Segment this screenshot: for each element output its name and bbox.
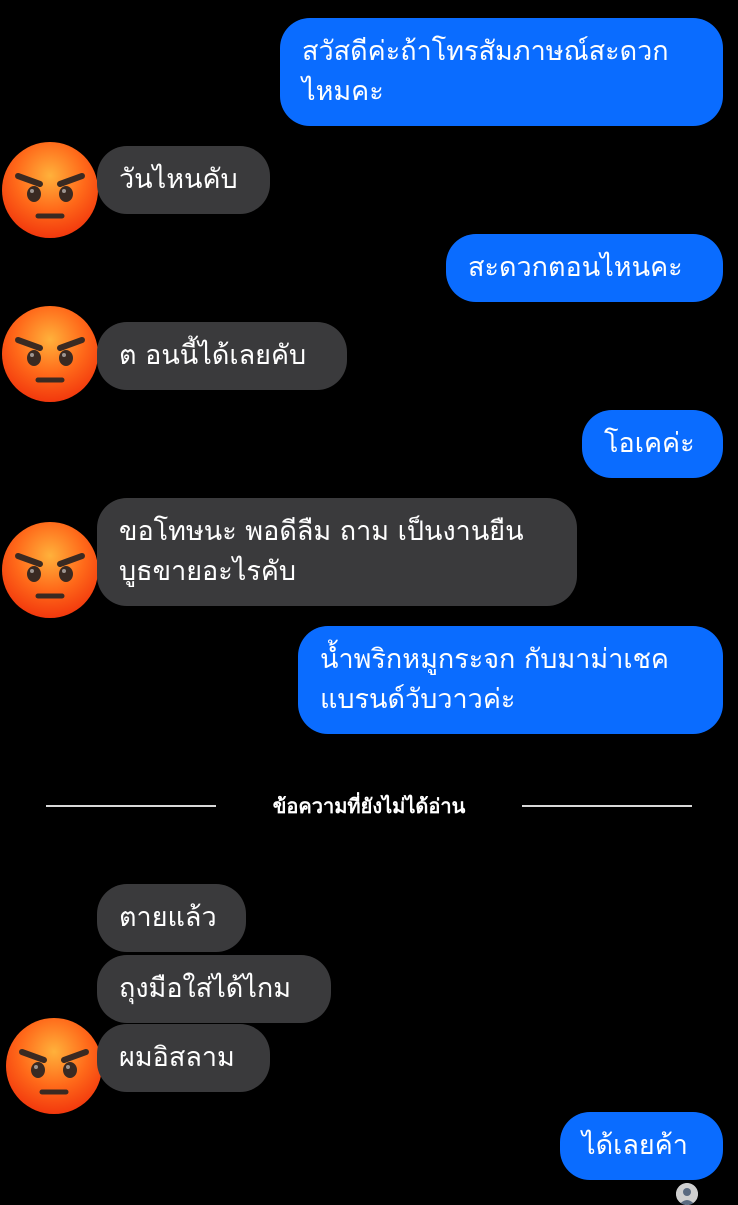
message-text: ถุงมือใส่ได้ไกม — [119, 973, 292, 1004]
contact-avatar[interactable] — [0, 520, 100, 620]
message-bubble-incoming[interactable]: ผมอิสลาม — [97, 1024, 270, 1092]
message-text: ไหมคะ — [302, 76, 384, 107]
message-text: วันไหนคับ — [119, 164, 238, 195]
message-text: แบรนด์วับวาวค่ะ — [320, 684, 516, 715]
message-text: น้ำพริกหมูกระจก กับมาม่าเชค — [320, 644, 669, 675]
contact-avatar[interactable] — [0, 140, 100, 240]
angry-face-emoji-icon — [4, 1016, 104, 1116]
contact-avatar[interactable] — [0, 304, 100, 404]
message-bubble-incoming[interactable]: ต อนนี้ได้เลยคับ — [97, 322, 347, 390]
angry-face-emoji-icon — [0, 520, 100, 620]
unread-divider-line-right — [522, 805, 692, 807]
message-text: สวัสดีค่ะถ้าโทรสัมภาษณ์สะดวก — [302, 36, 669, 67]
message-bubble-outgoing[interactable]: ได้เลยค้า — [560, 1112, 723, 1180]
message-bubble-incoming[interactable]: วันไหนคับ — [97, 146, 270, 214]
message-bubble-outgoing[interactable]: น้ำพริกหมูกระจก กับมาม่าเชค แบรนด์วับวาว… — [298, 626, 723, 734]
seen-avatar-icon — [676, 1183, 698, 1205]
message-bubble-outgoing[interactable]: โอเคค่ะ — [582, 410, 723, 478]
message-text: บูธขายอะไรคับ — [119, 556, 297, 587]
message-text: ได้เลยค้า — [582, 1130, 688, 1161]
contact-avatar[interactable] — [4, 1016, 104, 1116]
message-text: ผมอิสลาม — [119, 1042, 235, 1073]
message-text: ต อนนี้ได้เลยคับ — [119, 340, 307, 371]
message-text: ขอโทษนะ พอดีลืม ถาม เป็นงานยืน — [119, 516, 524, 547]
message-bubble-outgoing[interactable]: สวัสดีค่ะถ้าโทรสัมภาษณ์สะดวก ไหมคะ — [280, 18, 723, 126]
message-text: ตายแล้ว — [119, 902, 217, 933]
message-bubble-incoming[interactable]: ตายแล้ว — [97, 884, 246, 952]
angry-face-emoji-icon — [0, 304, 100, 404]
message-bubble-incoming[interactable]: ถุงมือใส่ได้ไกม — [97, 955, 331, 1023]
message-bubble-outgoing[interactable]: สะดวกตอนไหนคะ — [446, 234, 723, 302]
message-bubble-incoming[interactable]: ขอโทษนะ พอดีลืม ถาม เป็นงานยืน บูธขายอะไ… — [97, 498, 577, 606]
message-text: โอเคค่ะ — [604, 428, 695, 459]
angry-face-emoji-icon — [0, 140, 100, 240]
message-text: สะดวกตอนไหนคะ — [468, 252, 683, 283]
